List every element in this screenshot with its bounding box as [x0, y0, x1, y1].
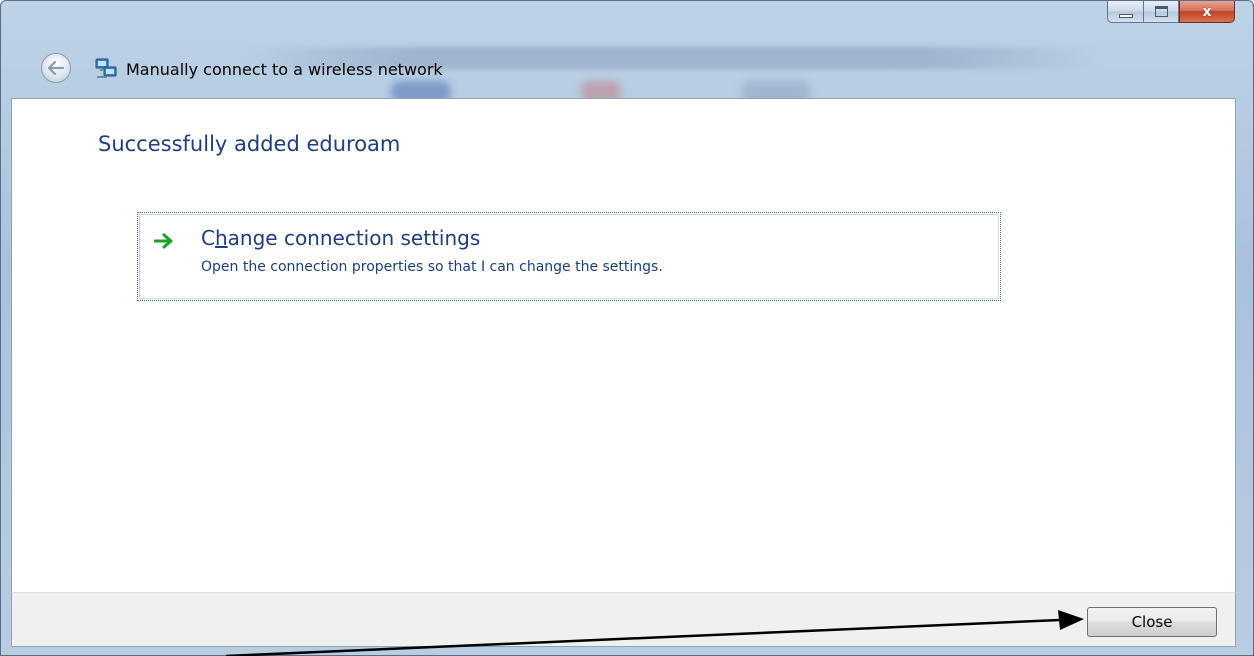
command-link-title-part: ange connection settings	[227, 226, 481, 250]
page-heading: Successfully added eduroam	[98, 132, 401, 156]
minimize-icon	[1118, 13, 1133, 18]
caption-buttons: x	[1107, 1, 1235, 23]
content-panel: Successfully added eduroam Change connec…	[11, 98, 1236, 592]
maximize-icon	[1154, 6, 1168, 17]
window-title: Manually connect to a wireless network	[126, 60, 443, 79]
footer-bar: Close	[11, 592, 1236, 647]
change-connection-settings-link[interactable]: Change connection settings Open the conn…	[137, 212, 1001, 301]
close-button[interactable]: Close	[1087, 607, 1217, 637]
maximize-button[interactable]	[1143, 1, 1179, 23]
back-button[interactable]	[41, 53, 71, 83]
green-arrow-icon	[154, 233, 173, 249]
close-window-button[interactable]: x	[1179, 1, 1235, 23]
wizard-window: x Manually connect to a wireless network…	[0, 0, 1254, 656]
accelerator-key: h	[214, 226, 228, 250]
command-link-description: Open the connection properties so that I…	[201, 259, 663, 275]
close-icon: x	[1202, 3, 1212, 20]
command-link-title: Change connection settings	[201, 226, 480, 250]
back-arrow-icon	[47, 61, 65, 75]
network-icon	[95, 58, 117, 78]
minimize-button[interactable]	[1107, 1, 1143, 23]
command-link-title-part: C	[201, 226, 215, 250]
